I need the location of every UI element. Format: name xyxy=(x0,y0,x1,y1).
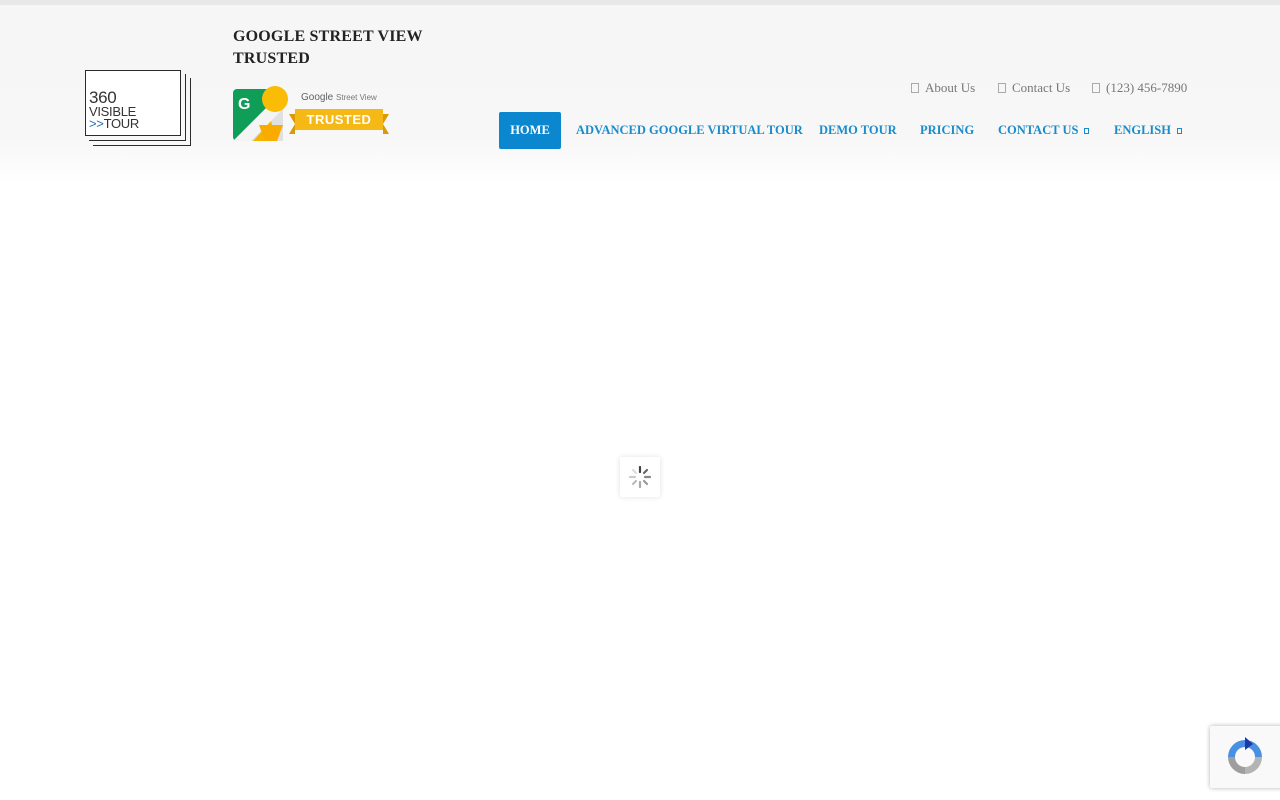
nav-contact-us[interactable]: CONTACT US xyxy=(998,112,1090,149)
nav-advanced-google-virtual-tour[interactable]: ADVANCED GOOGLE VIRTUAL TOUR xyxy=(576,112,803,149)
phone-icon xyxy=(1092,83,1100,93)
info-icon xyxy=(911,83,919,93)
badge-caption: Google Street View xyxy=(301,92,377,103)
trusted-heading: GOOGLE STREET VIEW TRUSTED xyxy=(233,28,423,67)
logo-arrows: >> xyxy=(89,116,104,131)
site-logo[interactable]: 360 VISIBLE >>TOUR xyxy=(85,70,195,148)
recaptcha-icon xyxy=(1228,737,1262,774)
street-view-pin-icon: G xyxy=(233,86,288,141)
badge-ribbon: TRUSTED xyxy=(289,109,389,134)
badge-google-word: Google xyxy=(301,92,334,103)
street-view-trusted-badge: G Google Street View TRUSTED xyxy=(233,85,389,143)
page-loader xyxy=(620,457,660,497)
utility-contact-label: Contact Us xyxy=(1012,80,1071,95)
nav-pricing[interactable]: PRICING xyxy=(920,112,974,149)
logo-tour-word: TOUR xyxy=(103,116,140,131)
chevron-down-icon xyxy=(1176,128,1182,134)
badge-streetview-word: Street View xyxy=(336,93,377,102)
recaptcha-badge[interactable] xyxy=(1210,726,1280,788)
nav-language-english[interactable]: ENGLISH xyxy=(1114,112,1182,149)
utility-phone-label: (123) 456-7890 xyxy=(1106,80,1188,95)
utility-link-phone[interactable]: (123) 456-7890 xyxy=(1092,80,1187,96)
nav-english-label: ENGLISH xyxy=(1114,123,1171,137)
nav-contact-label: CONTACT US xyxy=(998,123,1079,137)
chevron-down-icon xyxy=(1084,128,1090,134)
utility-link-contact[interactable]: Contact Us xyxy=(998,80,1070,96)
utility-about-label: About Us xyxy=(925,80,976,95)
nav-demo-tour[interactable]: DEMO TOUR xyxy=(819,112,897,149)
svg-text:G: G xyxy=(238,96,250,113)
envelope-icon xyxy=(998,83,1006,93)
loading-spinner-icon xyxy=(628,465,652,489)
utility-link-about[interactable]: About Us xyxy=(911,80,975,96)
logo-text-tour: >>TOUR xyxy=(89,117,139,130)
nav-home[interactable]: HOME xyxy=(499,112,561,149)
